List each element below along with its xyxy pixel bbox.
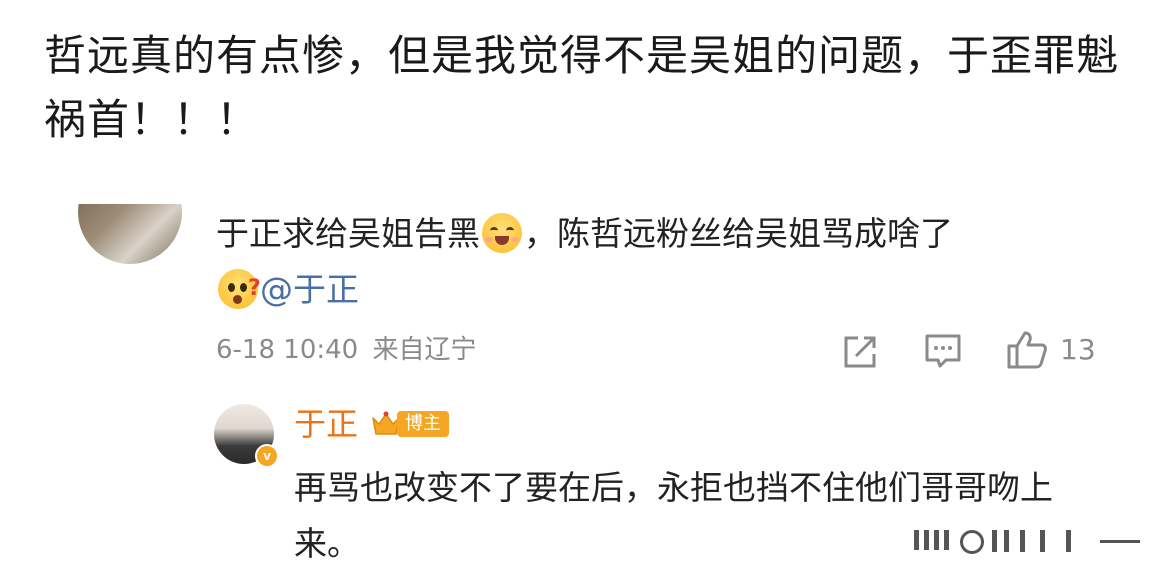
- watermark: [900, 524, 1158, 558]
- like-count: 13: [1060, 333, 1096, 366]
- comment-text-part2: ，陈哲远粉丝给吴姐骂成啥了: [524, 214, 953, 253]
- verified-badge: v: [255, 444, 279, 468]
- share-button[interactable]: [842, 330, 878, 370]
- comment-text-part1: 于正求给吴姐告黑: [216, 214, 480, 253]
- comment-text: 于正求给吴姐告黑 ，陈哲远粉丝给吴姐骂成啥了? @于正: [216, 206, 1096, 318]
- mention-link[interactable]: @于正: [260, 270, 359, 309]
- post-text: 哲远真的有点惨，但是我觉得不是吴姐的问题，于歪罪魁祸首！！！: [44, 31, 1120, 144]
- commenter-avatar[interactable]: [78, 204, 182, 264]
- comment-icon: [925, 334, 961, 368]
- thumbs-up-icon: [1007, 331, 1047, 369]
- comment-button[interactable]: [924, 330, 962, 370]
- comment-location: 来自辽宁: [372, 335, 477, 365]
- reply-author-name[interactable]: 于正: [294, 402, 358, 446]
- share-icon: [844, 336, 876, 368]
- laughing-face-emoji-icon: [482, 213, 522, 253]
- comment-meta: 6-18 10:40 来自辽宁: [216, 332, 476, 368]
- confused-face-emoji-icon: ?: [218, 269, 261, 309]
- blogger-badge: 博主: [371, 410, 449, 438]
- blogger-badge-label: 博主: [397, 411, 449, 437]
- like-button[interactable]: 13: [1006, 330, 1106, 370]
- comment-date: 6-18 10:40: [216, 335, 359, 365]
